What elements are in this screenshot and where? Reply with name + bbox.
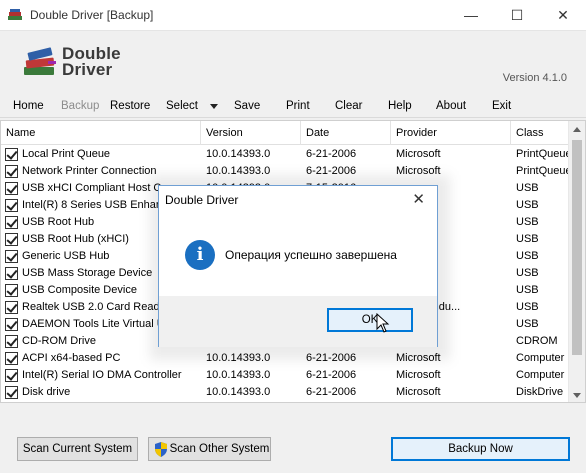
dialog-message: Операция успешно завершена [225,248,397,262]
cell-class: Computer [516,369,565,381]
app-icon [8,9,22,20]
row-checkbox[interactable] [5,182,18,195]
backup-now-button[interactable]: Backup Now [391,437,570,461]
cell-version: 10.0.14393.0 [206,148,271,160]
logo-text-line2: Driver [62,60,113,79]
menu-help[interactable]: Help [388,100,412,112]
cell-class: USB [516,216,539,228]
cell-name: Intel(R) Serial IO DMA Controller [22,369,182,381]
table-row[interactable]: Disk drive 10.0.14393.0 6-21-2006 Microsoft… [1,384,573,401]
row-checkbox[interactable] [5,165,18,178]
dialog-footer: OK [159,296,437,347]
minimize-button[interactable]: — [448,0,494,31]
column-header-class[interactable]: Class [511,121,573,145]
cell-provider: Microsoft [396,148,441,160]
row-checkbox[interactable] [5,352,18,365]
cell-class: USB [516,182,539,194]
column-header-name[interactable]: Name [1,121,201,145]
window-title: Double Driver [Backup] [30,8,154,22]
cell-version: 10.0.14393.0 [206,386,271,398]
menu-select[interactable]: Select [166,100,198,112]
row-checkbox[interactable] [5,284,18,297]
dialog-title: Double Driver [165,193,239,207]
menu-restore[interactable]: Restore [110,100,150,112]
maximize-button[interactable]: ☐ [494,0,540,31]
column-header-date[interactable]: Date [301,121,391,145]
scan-other-system-button[interactable]: Scan Other System [148,437,271,461]
cell-class: DiskDrive [516,386,564,398]
app-banner: Double Driver Version 4.1.0 [0,31,586,93]
scan-current-system-button[interactable]: Scan Current System [17,437,138,461]
dialog-close-button[interactable]: ✕ [412,190,425,208]
cell-class: USB [516,284,539,296]
cell-class: USB [516,301,539,313]
chevron-down-icon[interactable] [210,104,218,109]
menu-home[interactable]: Home [13,100,44,112]
version-label: Version 4.1.0 [502,72,567,84]
row-checkbox[interactable] [5,233,18,246]
cell-provider: Microsoft [396,369,441,381]
menu-clear[interactable]: Clear [335,100,362,112]
table-row[interactable]: Local Print Queue 10.0.14393.0 6-21-2006 Mi… [1,146,573,163]
row-checkbox[interactable] [5,318,18,331]
uac-shield-icon [155,442,167,457]
cell-class: Computer [516,352,565,364]
row-checkbox[interactable] [5,216,18,229]
close-button[interactable]: ✕ [540,0,586,31]
cell-date: 6-21-2006 [306,386,357,398]
cell-date: 6-21-2006 [306,148,357,160]
cell-date: 6-21-2006 [306,369,357,381]
mouse-cursor-icon [376,313,390,333]
menu-print[interactable]: Print [286,100,310,112]
cell-name: Disk drive [22,386,71,398]
menu-backup: Backup [61,100,100,112]
row-checkbox[interactable] [5,301,18,314]
message-dialog: Double Driver ✕ i Операция успешно завер… [158,185,438,347]
list-header: Name Version Date Provider Class [1,121,573,145]
row-checkbox[interactable] [5,386,18,399]
row-checkbox[interactable] [5,267,18,280]
menu-save[interactable]: Save [234,100,260,112]
row-checkbox[interactable] [5,199,18,212]
cell-class: PrintQueue [516,148,572,160]
cell-class: PrintQueue [516,165,572,177]
row-checkbox[interactable] [5,335,18,348]
books-logo-icon [24,47,56,75]
scroll-thumb[interactable] [572,140,582,355]
column-header-version[interactable]: Version [201,121,301,145]
table-row[interactable]: Intel(R) Serial IO DMA Controller 10.0.14… [1,367,573,384]
menu-exit[interactable]: Exit [492,100,511,112]
row-checkbox[interactable] [5,250,18,263]
column-header-provider[interactable]: Provider [391,121,511,145]
title-bar: Double Driver [Backup] — ☐ ✕ [0,0,586,31]
scroll-down-icon[interactable] [573,393,581,398]
cell-class: CDROM [516,335,558,347]
cell-class: USB [516,233,539,245]
cell-class: USB [516,267,539,279]
cell-class: USB [516,318,539,330]
cell-name: Local Print Queue [22,148,111,160]
menu-about[interactable]: About [436,100,466,112]
menu-bar: Home Backup Restore Select Save Print Cl… [0,93,586,118]
info-icon: i [185,240,215,270]
cell-class: USB [516,250,539,262]
ok-button[interactable]: OK [327,308,413,332]
cell-provider: Microsoft [396,386,441,398]
cell-class: USB [516,199,539,211]
cell-version: 10.0.14393.0 [206,369,271,381]
row-checkbox[interactable] [5,148,18,161]
row-checkbox[interactable] [5,369,18,382]
vertical-scrollbar[interactable] [568,121,585,402]
scroll-up-icon[interactable] [573,127,581,132]
scan-other-system-label: Scan Other System [169,443,270,455]
